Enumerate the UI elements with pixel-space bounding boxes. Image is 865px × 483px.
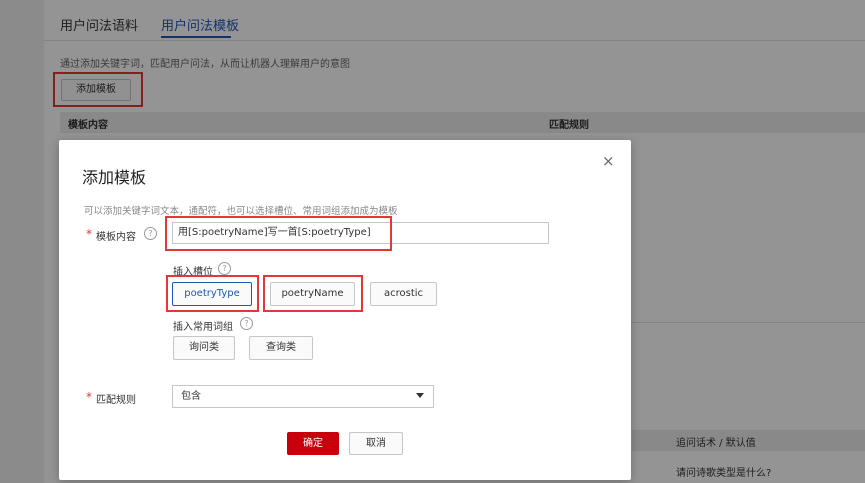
match-rule-label: 匹配规则 <box>96 395 136 406</box>
required-mark: * <box>86 227 92 241</box>
confirm-button[interactable]: 确定 <box>287 432 339 455</box>
dialog-description: 可以添加关键字词文本，通配符，也可以选择槽位、常用词组添加成为模板 <box>84 206 398 217</box>
close-icon[interactable]: × <box>602 152 615 170</box>
help-icon[interactable]: ? <box>144 227 157 240</box>
help-icon[interactable]: ? <box>218 262 231 275</box>
slot-chip-acrostic[interactable]: acrostic <box>370 282 437 306</box>
match-rule-select[interactable]: 包含 <box>172 385 434 408</box>
required-mark: * <box>86 390 92 404</box>
help-icon[interactable]: ? <box>240 317 253 330</box>
chevron-down-icon[interactable] <box>416 393 424 398</box>
highlight-slot-poetrytype <box>166 275 259 312</box>
highlight-template-input <box>165 216 392 251</box>
insert-phrase-label: 插入常用词组 <box>173 322 233 333</box>
phrase-chip-inquiry[interactable]: 询问类 <box>173 336 235 360</box>
phrase-chip-query[interactable]: 查询类 <box>249 336 313 360</box>
cancel-button[interactable]: 取消 <box>349 432 403 455</box>
dialog-title: 添加模板 <box>82 168 147 187</box>
highlight-slot-poetryname <box>263 275 363 312</box>
template-content-label: 模板内容 <box>96 232 136 243</box>
